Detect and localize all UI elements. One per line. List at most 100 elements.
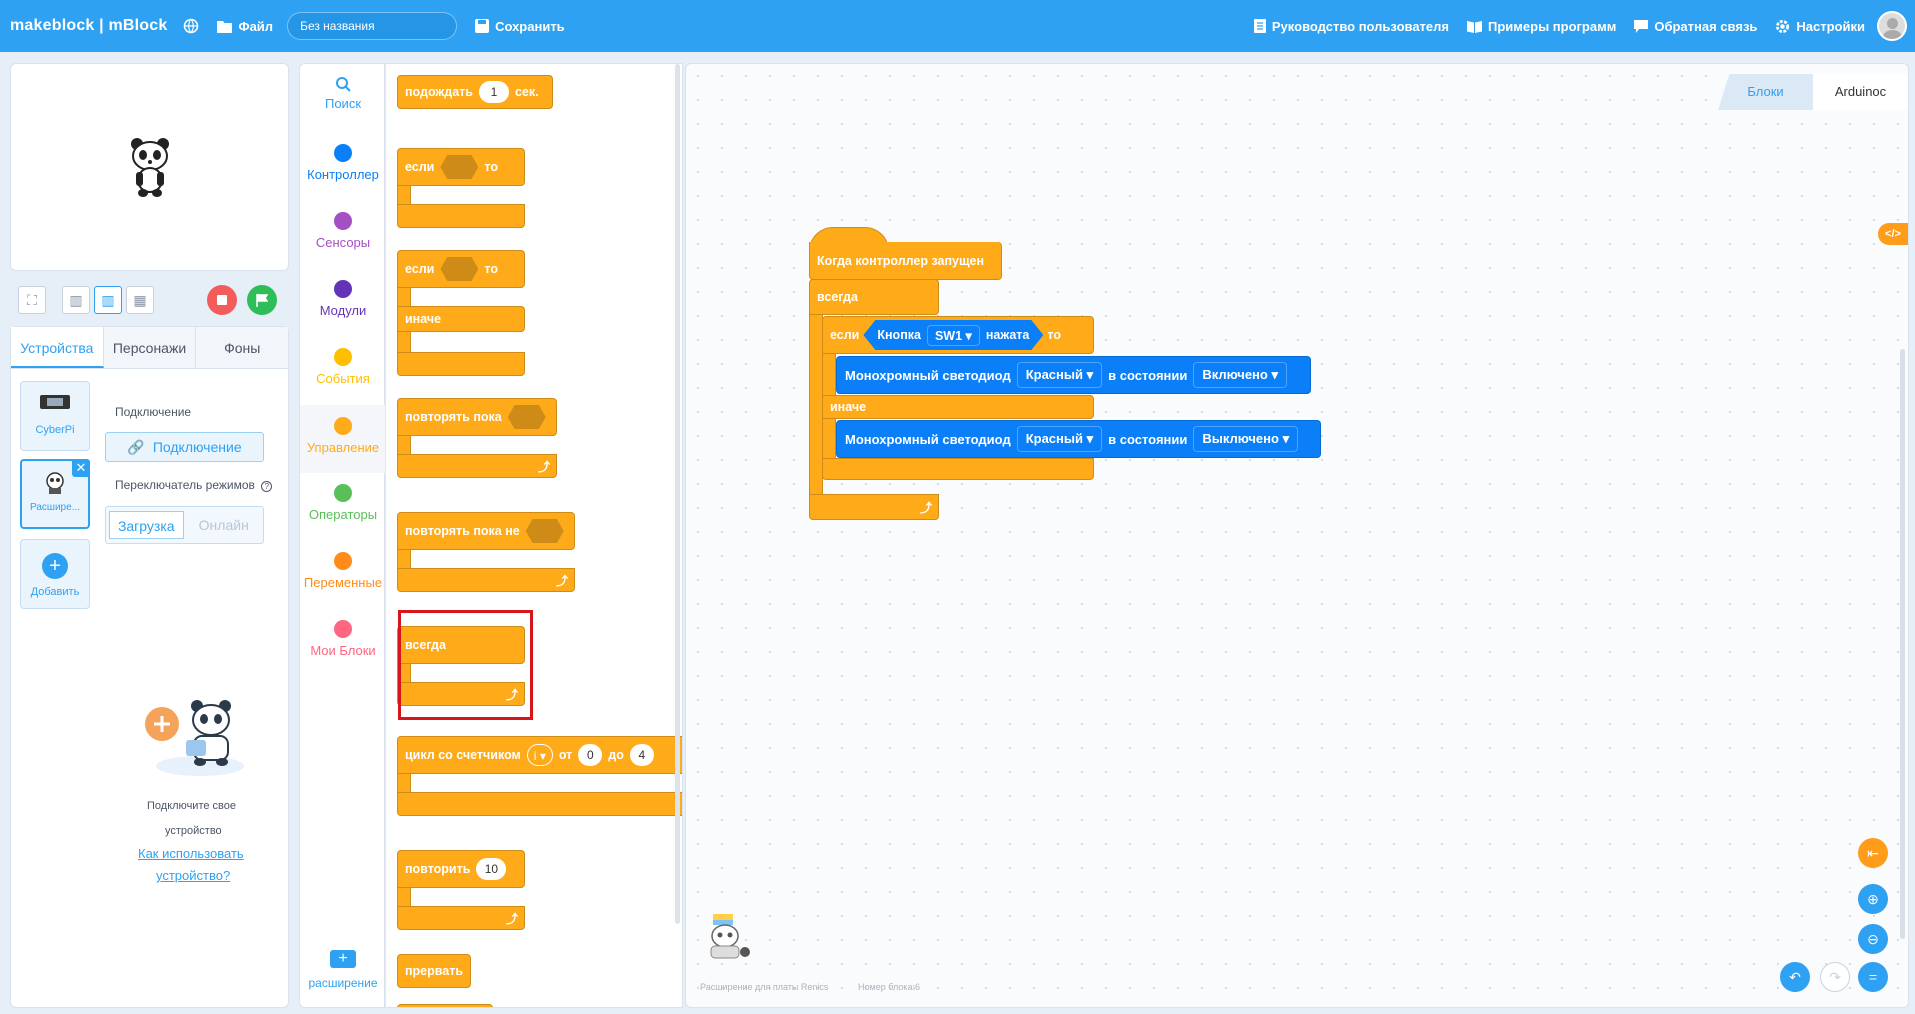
category-operators[interactable]: Операторы: [300, 484, 386, 522]
repeat-count-input[interactable]: 10: [476, 858, 507, 880]
block-partial[interactable]: [397, 1004, 493, 1007]
block-led-on[interactable]: Монохромный светодиод Красный ▾ в состоя…: [836, 356, 1311, 394]
save-button[interactable]: Сохранить: [475, 19, 565, 34]
category-controller[interactable]: Контроллер: [300, 144, 386, 182]
led-color-dropdown[interactable]: Красный ▾: [1016, 426, 1103, 452]
feedback-link[interactable]: Обратная связь: [1634, 19, 1757, 34]
category-my-blocks[interactable]: Мои Блоки: [300, 620, 386, 658]
how-to-use-link[interactable]: Как использовать: [138, 846, 244, 861]
mode-upload-button[interactable]: Загрузка: [109, 511, 184, 539]
user-guide-link[interactable]: Руководство пользователя: [1253, 19, 1449, 34]
save-label: Сохранить: [495, 18, 565, 34]
category-dot-icon: [334, 552, 352, 570]
zoom-out-icon: ⊖: [1867, 931, 1879, 947]
category-label: Сенсоры: [315, 235, 371, 250]
led-state-dropdown[interactable]: Выключено ▾: [1193, 426, 1299, 452]
block-count-loop[interactable]: цикл со счетчиком i ▾ от 0 до 4: [397, 736, 682, 774]
redo-button[interactable]: ↷: [1820, 962, 1850, 992]
medium-stage-icon: ▥: [101, 291, 115, 308]
connect-button[interactable]: 🔗 Подключение: [105, 432, 264, 462]
block-led-off[interactable]: Монохромный светодиод Красный ▾ в состоя…: [836, 420, 1321, 458]
undo-button[interactable]: ↶: [1780, 962, 1810, 992]
zoom-out-button[interactable]: ⊖: [1858, 924, 1888, 954]
reset-zoom-button[interactable]: =: [1858, 962, 1888, 992]
loop-variable-dropdown[interactable]: i ▾: [526, 744, 553, 766]
fullscreen-button[interactable]: ⛶: [18, 286, 46, 314]
add-device-button[interactable]: + Добавить: [20, 539, 90, 609]
palette-scrollbar[interactable]: [675, 64, 680, 924]
workspace-scrollbar[interactable]: [1900, 349, 1905, 939]
category-label: События: [316, 371, 370, 386]
grid-stage-button[interactable]: ▦: [126, 286, 154, 314]
block-break[interactable]: прервать: [397, 954, 471, 988]
category-variables[interactable]: Переменные: [300, 552, 386, 590]
panda-sprite-thumbnail: [710, 914, 750, 959]
block-when-controller-starts[interactable]: Когда контроллер запущен: [809, 242, 1002, 280]
device-card-extension[interactable]: Расшире... ✕: [20, 459, 90, 529]
condition-slot[interactable]: [440, 155, 479, 179]
settings-menu[interactable]: Настройки: [1775, 19, 1865, 34]
block-repeat[interactable]: повторить 10: [397, 850, 525, 888]
connect-button-label: Подключение: [152, 439, 242, 455]
chevron-down-icon: ▾: [1086, 367, 1094, 382]
block-label: Когда контроллер запущен: [817, 253, 985, 268]
led-color-dropdown[interactable]: Красный ▾: [1016, 362, 1103, 388]
category-modules[interactable]: Модули: [300, 280, 386, 318]
block-if[interactable]: если то: [397, 148, 525, 186]
stop-button[interactable]: [207, 285, 237, 315]
block-repeat-until[interactable]: повторять пока: [397, 398, 557, 436]
code-view-toggle[interactable]: </>: [1878, 223, 1908, 245]
stage-canvas[interactable]: [10, 63, 289, 271]
category-control[interactable]: Управление: [300, 405, 386, 473]
panda-sprite[interactable]: [127, 136, 173, 198]
condition-slot[interactable]: [440, 257, 479, 281]
collapse-panel-button[interactable]: ⇤: [1858, 838, 1888, 868]
examples-link[interactable]: Примеры программ: [1467, 19, 1616, 34]
block-label: в состоянии: [1108, 431, 1188, 447]
button-dropdown-value: SW1: [934, 328, 963, 343]
button-pressed-condition[interactable]: Кнопка SW1 ▾ нажата: [863, 320, 1043, 350]
tab-code[interactable]: Arduinoc: [1813, 74, 1908, 110]
medium-stage-button[interactable]: ▥: [94, 286, 122, 314]
small-stage-button[interactable]: ▥: [62, 286, 90, 314]
category-label: Поиск: [324, 96, 362, 111]
device-card-cyberpi[interactable]: CyberPi: [20, 381, 90, 451]
block-repeat-until-not[interactable]: повторять пока не: [397, 512, 575, 550]
workspace-tabs: Блоки Arduinoc: [1718, 64, 1908, 112]
category-search[interactable]: Поиск: [300, 76, 386, 111]
condition-slot[interactable]: [507, 405, 546, 429]
block-if-else-script[interactable]: если Кнопка SW1 ▾ нажата то: [822, 316, 1094, 354]
user-avatar[interactable]: [1877, 11, 1907, 41]
block-forever-script[interactable]: всегда: [809, 279, 939, 315]
button-dropdown[interactable]: SW1 ▾: [927, 325, 980, 346]
tab-devices[interactable]: Устройства: [11, 327, 104, 368]
wait-seconds-input[interactable]: 1: [478, 81, 509, 103]
zoom-in-button[interactable]: ⊕: [1858, 884, 1888, 914]
loop-from-input[interactable]: 0: [578, 744, 603, 766]
category-sensors[interactable]: Сенсоры: [300, 212, 386, 250]
block-label: если: [405, 262, 435, 276]
mode-live-button[interactable]: Онлайн: [188, 511, 261, 539]
green-flag-button[interactable]: [247, 285, 277, 315]
block-else: иначе: [397, 306, 525, 332]
condition-slot[interactable]: [525, 519, 564, 543]
category-events[interactable]: События: [300, 348, 386, 386]
book-icon: [1467, 20, 1482, 33]
language-button[interactable]: [183, 18, 199, 34]
tab-sprites[interactable]: Персонажи: [103, 327, 197, 368]
block-wait[interactable]: подождать 1 сек.: [397, 75, 553, 109]
project-title-input[interactable]: Без названия: [287, 12, 458, 40]
block-label: всегда: [817, 290, 858, 304]
block-if-else[interactable]: если то: [397, 250, 525, 288]
remove-device-button[interactable]: ✕: [72, 459, 90, 477]
loop-to-input[interactable]: 4: [629, 744, 654, 766]
help-icon[interactable]: ?: [261, 481, 273, 492]
tab-backdrops[interactable]: Фоны: [196, 327, 289, 368]
block-label: если: [405, 160, 435, 174]
extension-button[interactable]: + расширение: [300, 950, 386, 990]
script-workspace[interactable]: Блоки Arduinoc </> Когда контроллер запу…: [685, 63, 1909, 1008]
how-to-use-link-2[interactable]: устройство?: [156, 868, 230, 883]
led-state-dropdown[interactable]: Включено ▾: [1193, 362, 1288, 388]
file-menu[interactable]: Файл: [217, 19, 273, 34]
tab-blocks[interactable]: Блоки: [1718, 74, 1813, 110]
